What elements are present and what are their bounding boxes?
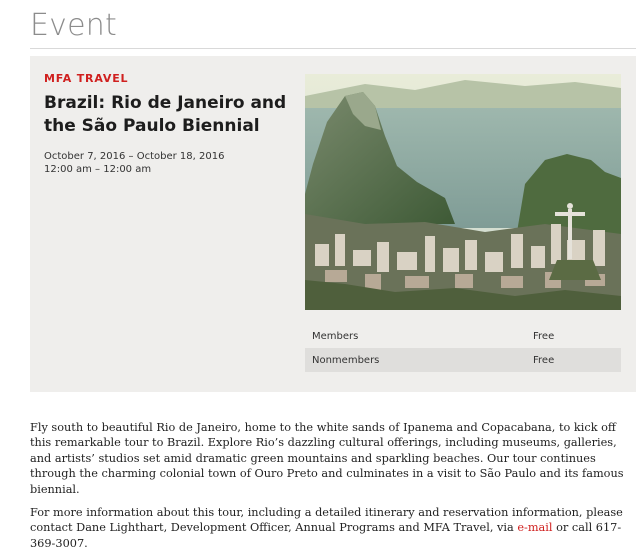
pricing-label: Members bbox=[312, 330, 359, 342]
page-header: Event bbox=[30, 8, 636, 49]
description-paragraph: For more information about this tour, in… bbox=[30, 505, 628, 551]
pricing-value: Free bbox=[533, 330, 555, 342]
event-title: Brazil: Rio de Janeiro and the São Paulo… bbox=[44, 93, 287, 136]
pricing-row-nonmembers: Nonmembers Free bbox=[305, 348, 621, 372]
event-page: Event MFA TRAVEL Brazil: Rio de Janeiro … bbox=[0, 0, 636, 550]
event-panel: MFA TRAVEL Brazil: Rio de Janeiro and th… bbox=[30, 56, 636, 392]
pricing-row-members: Members Free bbox=[305, 324, 621, 348]
event-info: MFA TRAVEL Brazil: Rio de Janeiro and th… bbox=[44, 72, 294, 176]
pricing-label: Nonmembers bbox=[312, 354, 380, 366]
description-paragraph: Fly south to beautiful Rio de Janeiro, h… bbox=[30, 421, 624, 496]
email-link[interactable]: e-mail bbox=[517, 521, 552, 534]
event-photo bbox=[305, 74, 621, 310]
page-title: Event bbox=[30, 8, 117, 43]
rio-landscape-image bbox=[305, 74, 621, 310]
event-time: 12:00 am – 12:00 am bbox=[44, 164, 152, 175]
pricing-value: Free bbox=[533, 354, 555, 366]
event-category-link[interactable]: MFA TRAVEL bbox=[44, 72, 294, 85]
event-dates: October 7, 2016 – October 18, 2016 bbox=[44, 151, 225, 162]
pricing-table: Members Free Nonmembers Free bbox=[305, 324, 621, 372]
event-description: Fly south to beautiful Rio de Janeiro, h… bbox=[30, 420, 628, 559]
